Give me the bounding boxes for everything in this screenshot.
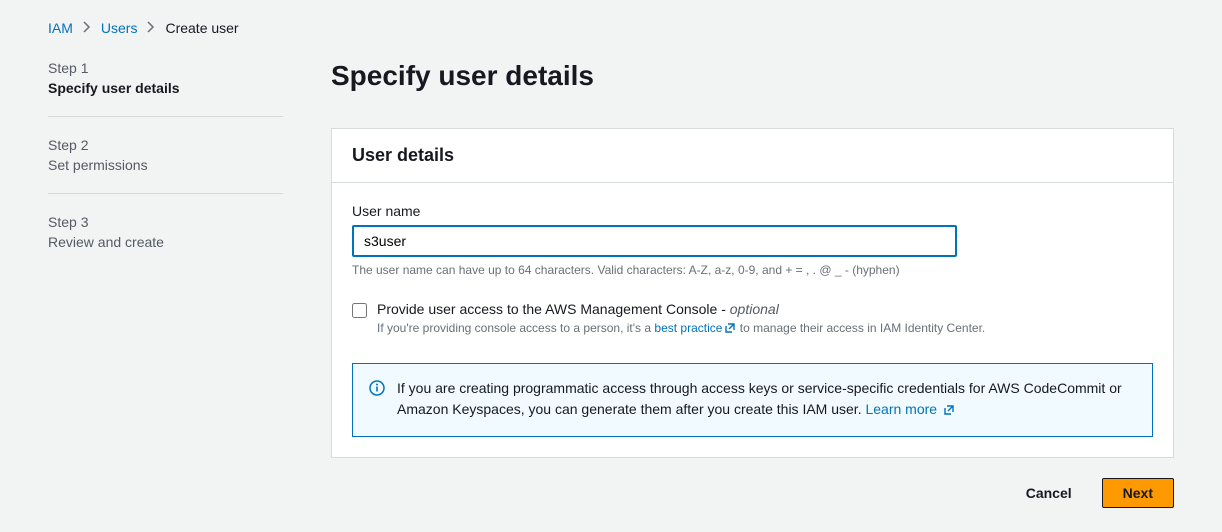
console-access-label: Provide user access to the AWS Managemen… bbox=[377, 301, 985, 317]
wizard-actions: Cancel Next bbox=[331, 478, 1174, 508]
info-box: If you are creating programmatic access … bbox=[352, 363, 1153, 437]
wizard-steps-sidebar: Step 1 Specify user details Step 2 Set p… bbox=[48, 60, 283, 508]
console-access-checkbox[interactable] bbox=[352, 303, 367, 318]
info-text: If you are creating programmatic access … bbox=[397, 380, 1122, 417]
username-hint: The user name can have up to 64 characte… bbox=[352, 263, 1153, 277]
breadcrumb-current: Create user bbox=[165, 20, 238, 36]
breadcrumb-iam[interactable]: IAM bbox=[48, 20, 73, 36]
step-2[interactable]: Step 2 Set permissions bbox=[48, 137, 283, 194]
breadcrumb: IAM Users Create user bbox=[48, 20, 1174, 36]
step-3[interactable]: Step 3 Review and create bbox=[48, 214, 283, 270]
step-title: Set permissions bbox=[48, 157, 283, 173]
learn-more-link[interactable]: Learn more bbox=[865, 401, 954, 417]
step-number: Step 3 bbox=[48, 214, 283, 230]
step-number: Step 2 bbox=[48, 137, 283, 153]
step-title: Review and create bbox=[48, 234, 283, 250]
page-title: Specify user details bbox=[331, 60, 1174, 92]
username-input[interactable] bbox=[352, 225, 957, 257]
step-title: Specify user details bbox=[48, 80, 283, 96]
external-link-icon bbox=[943, 401, 955, 422]
user-details-panel: User details User name The user name can… bbox=[331, 128, 1174, 458]
console-access-description: If you're providing console access to a … bbox=[377, 319, 985, 339]
step-number: Step 1 bbox=[48, 60, 283, 76]
panel-header: User details bbox=[352, 145, 1153, 166]
step-1[interactable]: Step 1 Specify user details bbox=[48, 60, 283, 117]
cancel-button[interactable]: Cancel bbox=[1006, 478, 1092, 508]
best-practice-link[interactable]: best practice bbox=[654, 321, 736, 335]
breadcrumb-users[interactable]: Users bbox=[101, 20, 138, 36]
chevron-right-icon bbox=[83, 21, 91, 36]
info-icon bbox=[369, 380, 385, 402]
username-label: User name bbox=[352, 203, 1153, 219]
chevron-right-icon bbox=[147, 21, 155, 36]
external-link-icon bbox=[724, 321, 736, 339]
next-button[interactable]: Next bbox=[1102, 478, 1174, 508]
